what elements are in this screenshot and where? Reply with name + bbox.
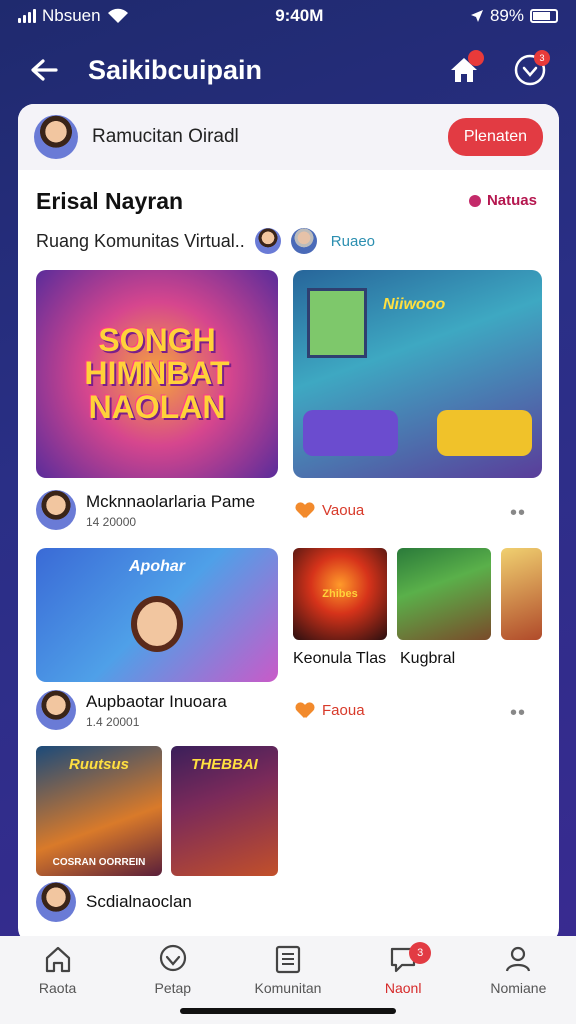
author-meta: 14 20000 [86,514,137,529]
heart-chat-icon [159,944,186,972]
nav-item-community[interactable]: Komunitan [238,944,338,996]
character-graphic [131,596,183,652]
arrow-left-icon [31,59,58,81]
feed-thumbnail[interactable]: Apohar [36,548,278,682]
notifications-button[interactable]: 3 [508,48,552,92]
author-avatar [36,690,76,730]
author-name: Aupbaotar Inuoara [86,691,227,711]
like-label: Vaoua [322,502,365,519]
author-name: Scdialnaoclan [86,892,192,911]
member-avatar[interactable] [290,228,317,254]
nav-label: Raota [38,980,77,996]
feed-thumbnail[interactable]: THEBBAI [171,746,278,876]
author-meta: 1.4 20001 [86,714,140,729]
sofa-graphic [437,410,532,456]
member-avatar[interactable] [254,228,281,254]
home-icon [45,946,70,973]
home-indicator [180,1008,396,1014]
app-bar: Saikibcuipain 3 [0,40,576,100]
primary-action-button[interactable]: Plenaten [447,118,543,156]
battery-icon [529,9,558,23]
like-label: Faoua [322,702,365,719]
like-button[interactable]: Vaoua [296,502,364,519]
post-author[interactable]: Mcknnaolarlaria Pame 14 20000 [36,490,255,530]
nav-label: Nomiane [490,980,547,996]
feed-thumbnail[interactable]: Niiwooo [293,270,542,478]
battery-percent: 89% [489,6,524,25]
profile-row: Ramucitan Oiradl Plenaten [18,104,559,170]
screen-graphic [307,288,367,358]
messages-badge: 3 [409,942,432,964]
avatar[interactable] [34,115,78,159]
nav-item-profile[interactable]: Nomiane [468,944,568,996]
section-title: Erisal Nayran [36,188,184,214]
section-subtitle: Ruang Komunitas Virtual.. [36,230,245,251]
gallery-caption: Kugbral [400,650,456,667]
nav-label: Naonl [384,980,422,996]
thumbnail-title: SONGH HIMNBAT NAOLAN [84,321,230,425]
notification-badge: 3 [534,50,550,66]
gallery-caption: Keonula Tlas [293,650,387,667]
more-options-icon[interactable]: •• [510,502,526,525]
gallery-label: Zhibes [322,588,358,600]
nav-label: Petap [154,980,192,996]
heart-icon [296,703,314,719]
profile-icon [506,946,531,972]
home-button[interactable] [442,48,486,92]
thumbnail-title: Apohar [129,558,185,575]
thumbnail-title: THEBBAI [191,756,258,773]
feed-thumbnail[interactable]: Ruutsus COSRAN OORREIN [36,746,162,876]
section-tag[interactable]: Ruaeo [331,233,375,250]
status-bar: Nbsuen 9:40M 89% [0,0,576,32]
author-name: Mcknnaolarlaria Pame [86,491,256,511]
nav-item-favorites[interactable]: Petap [123,944,223,996]
nav-item-messages[interactable]: 3 Naonl [353,942,453,996]
thumbnail-title: Ruutsus [69,756,129,773]
author-avatar [36,882,76,922]
sofa-graphic [303,410,398,456]
post-author[interactable]: Scdialnaoclan [36,882,192,922]
author-avatar [36,490,76,530]
clock: 9:40M [275,6,324,25]
section-link[interactable]: Natuas [468,192,537,209]
gallery-thumbnail[interactable] [397,548,491,640]
nav-label: Komunitan [254,980,322,996]
post-author[interactable]: Aupbaotar Inuoara 1.4 20001 [36,690,227,730]
gallery-thumbnail[interactable]: Zhibes [293,548,387,640]
signal-icon [18,9,36,23]
heart-icon [468,194,481,207]
subtitle-row: Ruang Komunitas Virtual.. Ruaeo [36,228,375,254]
carrier-label: Nbsuen [42,6,101,25]
like-button[interactable]: Faoua [296,702,365,719]
profile-name: Ramucitan Oiradl [92,126,239,147]
page-title: Saikibcuipain [88,54,263,85]
home-badge [468,50,484,66]
feed-thumbnail[interactable]: SONGH HIMNBAT NAOLAN [36,270,278,478]
location-icon [470,10,483,22]
heart-icon [296,503,314,519]
back-button[interactable] [24,50,64,90]
thumbnail-caption: COSRAN OORREIN [52,857,146,868]
section-link-label: Natuas [486,192,537,209]
gallery-thumbnail[interactable] [501,548,542,640]
more-options-icon[interactable]: •• [510,702,526,725]
wifi-icon [107,8,128,23]
thumbnail-title: Niiwooo [383,296,446,313]
nav-item-home[interactable]: Raota [8,944,108,996]
list-icon [275,945,301,974]
content-card: Ramucitan Oiradl Plenaten Erisal Nayran … [18,104,559,944]
